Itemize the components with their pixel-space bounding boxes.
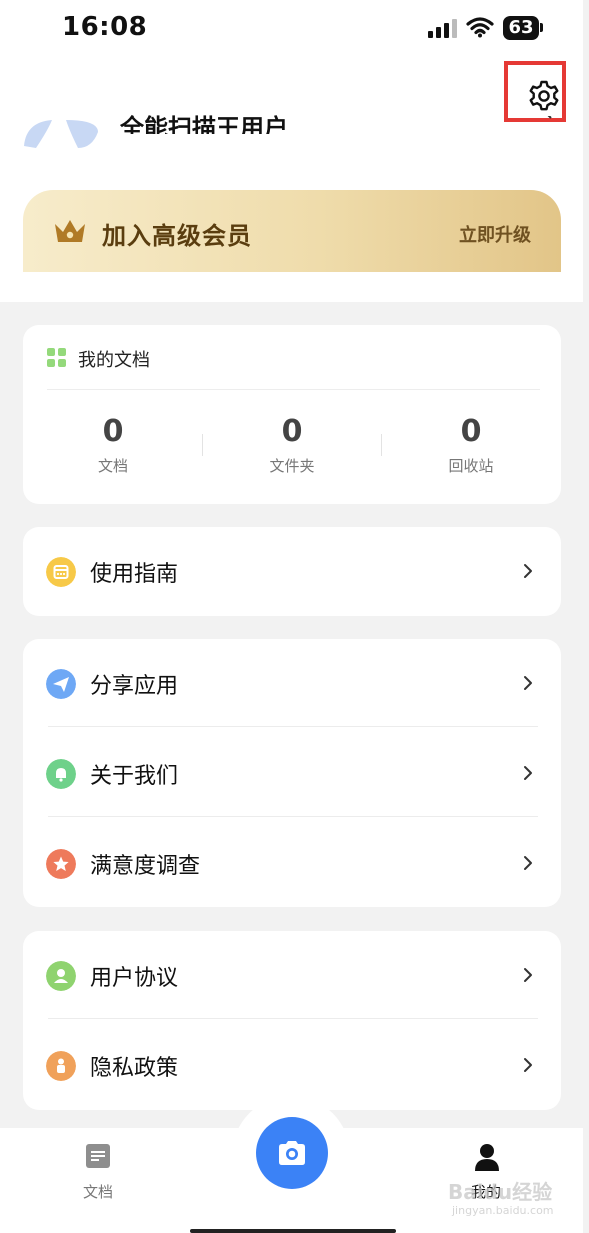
watermark-logo: Baidu经验 <box>448 1180 553 1204</box>
status-time: 16:08 <box>62 12 148 42</box>
stat-value: 0 <box>460 414 482 449</box>
menu-item-share[interactable]: 分享应用 <box>23 639 561 727</box>
documents-divider <box>47 389 540 390</box>
cellular-signal-icon <box>428 18 458 38</box>
gear-icon[interactable] <box>526 78 562 114</box>
user-icon <box>46 961 76 991</box>
star-icon <box>46 849 76 879</box>
stat-separator <box>202 434 203 456</box>
menu-item-label: 使用指南 <box>90 562 179 587</box>
camera-icon <box>279 1141 305 1165</box>
profile-name[interactable]: 全能扫描王用户 <box>120 104 288 134</box>
upgrade-button[interactable]: 立即升级 <box>459 221 531 247</box>
documents-title: 我的文档 <box>78 350 150 371</box>
chevron-right-icon <box>524 676 532 690</box>
menu-item-survey[interactable]: 满意度调查 <box>23 819 561 907</box>
stat-documents[interactable]: 0 文档 <box>53 414 173 476</box>
chevron-right-icon <box>524 564 532 578</box>
chevron-right-icon <box>524 968 532 982</box>
row-divider <box>48 726 538 727</box>
vip-title: 加入高级会员 <box>102 222 252 250</box>
camera-button[interactable] <box>256 1117 328 1189</box>
stat-value: 0 <box>102 414 124 449</box>
stat-label: 回收站 <box>448 457 494 475</box>
menu-item-about[interactable]: 关于我们 <box>23 729 561 817</box>
chevron-right-icon <box>524 856 532 870</box>
watermark: Baidu经验 jingyan.baidu.com <box>448 1176 560 1222</box>
row-divider <box>48 816 538 817</box>
right-edge <box>583 0 589 1233</box>
stat-separator <box>381 434 382 456</box>
stat-folders[interactable]: 0 文件夹 <box>232 414 352 476</box>
stat-value: 0 <box>281 414 303 449</box>
document-tab-icon[interactable] <box>85 1143 111 1169</box>
stat-recycle-bin[interactable]: 0 回收站 <box>411 414 531 476</box>
profile-tab-icon[interactable] <box>472 1142 502 1172</box>
menu-item-label: 隐私政策 <box>90 1056 179 1081</box>
bell-icon <box>46 759 76 789</box>
stat-label: 文件夹 <box>269 457 315 475</box>
menu-item-label: 用户协议 <box>90 966 179 991</box>
stat-label: 文档 <box>97 457 128 475</box>
battery-tip <box>540 23 543 32</box>
battery-indicator: 63 <box>503 16 539 40</box>
tab-documents-label[interactable]: 文档 <box>83 1181 113 1202</box>
watermark-url: jingyan.baidu.com <box>452 1204 554 1217</box>
profile-chevron-icon <box>547 116 552 119</box>
row-divider <box>48 1018 538 1019</box>
menu-item-label: 分享应用 <box>90 674 179 699</box>
menu-item-label: 关于我们 <box>90 764 179 789</box>
wifi-icon <box>466 17 494 38</box>
menu-item-label: 满意度调查 <box>90 854 201 879</box>
privacy-icon <box>46 1051 76 1081</box>
grid-icon <box>47 348 67 368</box>
chevron-right-icon <box>524 1058 532 1072</box>
home-indicator <box>190 1229 396 1233</box>
menu-item-guide[interactable]: 使用指南 <box>23 527 561 615</box>
avatar[interactable] <box>22 118 102 150</box>
chevron-right-icon <box>524 766 532 780</box>
paper-plane-icon <box>46 669 76 699</box>
menu-item-user-agreement[interactable]: 用户协议 <box>23 931 561 1019</box>
guide-icon <box>46 557 76 587</box>
crown-icon <box>55 220 85 242</box>
